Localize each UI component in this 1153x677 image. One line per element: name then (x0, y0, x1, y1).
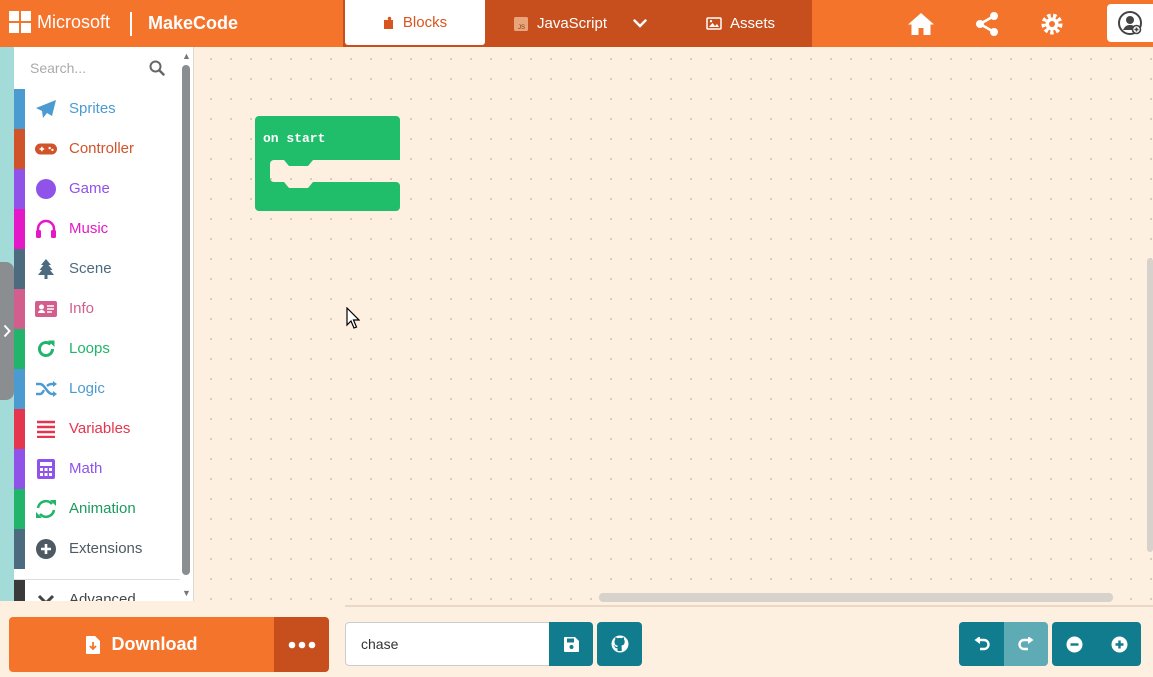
github-button[interactable] (597, 622, 642, 666)
user-icon (1118, 11, 1142, 35)
category-label: Music (69, 220, 109, 237)
top-bar: Microsoft MakeCode Blocks JS JavaScript … (0, 0, 1153, 47)
category-label: Logic (69, 380, 105, 397)
tab-blocks[interactable]: Blocks (345, 0, 485, 45)
sync-icon (35, 499, 57, 519)
gamepad-icon (35, 139, 57, 159)
workspace-vertical-scrollbar[interactable] (1147, 258, 1153, 552)
save-icon (563, 636, 579, 652)
chevron-down-icon (633, 19, 647, 28)
toolbox-category-game[interactable]: Game (14, 169, 180, 209)
toolbox-category-animation[interactable]: Animation (14, 489, 180, 529)
toolbox-category-sprites[interactable]: Sprites (14, 89, 180, 129)
tab-javascript-label: JavaScript (536, 15, 608, 32)
settings-icon (1041, 13, 1063, 34)
microsoft-logo-icon (9, 11, 31, 33)
share-button[interactable] (962, 0, 1012, 47)
toolbox-search (14, 47, 180, 89)
toolbox-category-scene[interactable]: Scene (14, 249, 180, 289)
on-start-block[interactable]: on start (255, 116, 401, 217)
id-card-icon (35, 299, 57, 319)
search-input[interactable] (30, 60, 160, 76)
home-button[interactable] (896, 0, 946, 47)
paper-plane-icon (35, 99, 57, 119)
share-icon (976, 11, 998, 36)
toolbox-category-controller[interactable]: Controller (14, 129, 180, 169)
image-icon (706, 17, 722, 30)
category-label: Advanced (69, 591, 136, 601)
brand-label: Microsoft (37, 11, 111, 32)
github-icon (611, 635, 628, 653)
scroll-down-arrow[interactable]: ▼ (182, 588, 191, 598)
tab-assets[interactable]: Assets (683, 0, 798, 47)
editor-tabs: Blocks JS JavaScript Assets (343, 0, 812, 47)
plus-circle-icon (1111, 636, 1127, 652)
category-label: Animation (69, 500, 136, 517)
home-icon (908, 12, 934, 35)
category-label: Sprites (69, 100, 116, 117)
tab-assets-label: Assets (729, 15, 775, 32)
download-icon (85, 635, 100, 654)
category-label: Game (69, 180, 110, 197)
refresh-icon (35, 339, 57, 359)
toolbox-category-math[interactable]: Math (14, 449, 180, 489)
toolbox-category-extensions[interactable]: Extensions (14, 529, 180, 569)
toolbox-category-variables[interactable]: Variables (14, 409, 180, 449)
toolbox-category-logic[interactable]: Logic (14, 369, 180, 409)
toolbox-category-loops[interactable]: Loops (14, 329, 180, 369)
undo-icon (974, 637, 990, 651)
tab-blocks-label: Blocks (402, 14, 448, 31)
tree-icon (35, 259, 57, 279)
more-download-options-button[interactable] (274, 617, 329, 672)
redo-button[interactable] (1004, 622, 1048, 666)
search-icon[interactable] (149, 60, 165, 76)
category-label: Variables (69, 420, 131, 437)
editor-footer: Download (0, 607, 1153, 677)
tab-javascript[interactable]: JS JavaScript (485, 0, 635, 47)
category-label: Controller (69, 140, 135, 157)
toolbox: Sprites Controller Game Music Scene Info… (14, 47, 194, 601)
user-menu-button[interactable] (1107, 4, 1153, 42)
svg-text:JS: JS (518, 25, 525, 31)
category-label: Math (69, 460, 103, 477)
settings-button[interactable] (1027, 0, 1077, 47)
block-label: on start (263, 131, 326, 146)
ellipsis-icon (288, 641, 315, 648)
js-file-icon: JS (513, 16, 528, 31)
simulator-toggle[interactable] (0, 262, 14, 400)
redo-icon (1018, 637, 1034, 651)
zoom-out-button[interactable] (1052, 622, 1097, 666)
category-label: Info (69, 300, 95, 317)
category-label: Scene (69, 260, 112, 277)
puzzle-icon (383, 16, 393, 29)
app-name[interactable]: MakeCode (148, 13, 238, 34)
circle-icon (35, 179, 57, 199)
calculator-icon (35, 459, 57, 479)
toolbox-category-info[interactable]: Info (14, 289, 180, 329)
chevron-down-icon (35, 590, 57, 601)
toolbox-category-music[interactable]: Music (14, 209, 180, 249)
category-label: Extensions (69, 540, 143, 557)
language-dropdown[interactable] (628, 0, 660, 47)
headphones-icon (35, 219, 57, 239)
shuffle-icon (35, 379, 57, 399)
undo-button[interactable] (959, 622, 1004, 666)
toolbox-category-advanced[interactable]: Advanced (14, 579, 180, 601)
download-label: Download (111, 634, 198, 654)
save-button[interactable] (549, 622, 593, 666)
plus-circle-icon (35, 539, 57, 559)
minus-circle-icon (1066, 636, 1083, 652)
brand-divider (130, 12, 132, 36)
workspace-horizontal-scrollbar[interactable] (599, 593, 1113, 602)
toolbox-scrollbar[interactable] (182, 65, 190, 575)
mouse-cursor-icon (346, 307, 360, 329)
category-label: Loops (69, 340, 110, 357)
zoom-in-button[interactable] (1097, 622, 1141, 666)
project-name-input[interactable] (345, 622, 550, 666)
list-icon (35, 419, 57, 439)
chevron-right-icon (3, 324, 11, 338)
scroll-up-arrow[interactable]: ▲ (182, 51, 191, 61)
microsoft-brand[interactable]: Microsoft (9, 11, 110, 33)
download-button[interactable]: Download (9, 617, 274, 672)
